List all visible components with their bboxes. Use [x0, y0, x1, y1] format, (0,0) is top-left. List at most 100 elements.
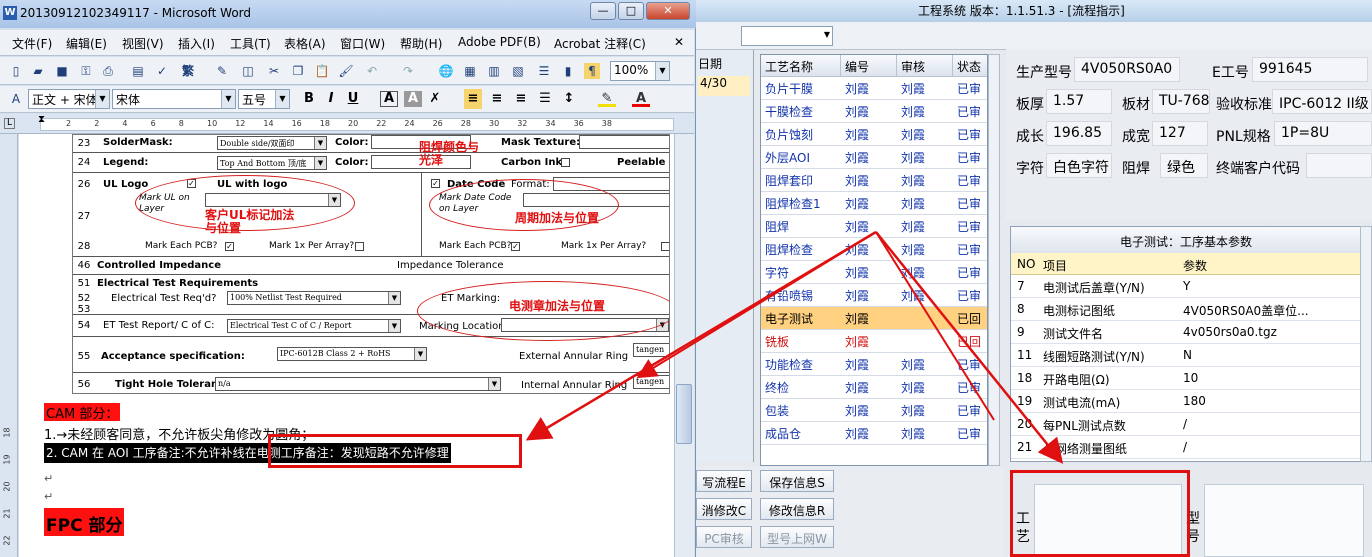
- open-folder-icon[interactable]: ▰: [30, 63, 46, 79]
- size-select[interactable]: 五号 ▼: [238, 89, 290, 109]
- justify-icon[interactable]: ☰: [536, 89, 554, 109]
- material-value[interactable]: TU-768: [1152, 89, 1210, 114]
- cancel-edit-button[interactable]: 消修改C: [696, 498, 752, 520]
- scroll-thumb[interactable]: [676, 384, 692, 444]
- zoom-select[interactable]: 100% ▼: [610, 61, 670, 81]
- minimize-button[interactable]: —: [590, 2, 616, 20]
- research-icon[interactable]: ✎: [214, 63, 230, 79]
- menu-window[interactable]: 窗口(W): [340, 35, 385, 52]
- pnl-value[interactable]: 1P=8U: [1274, 121, 1372, 146]
- header-no[interactable]: NO: [1017, 257, 1035, 271]
- tab-selector-icon[interactable]: L: [4, 118, 15, 129]
- header-value[interactable]: 参数: [1183, 257, 1207, 274]
- menu-adobe-pdf[interactable]: Adobe PDF(B): [458, 35, 541, 49]
- param-row[interactable]: 21 长网络测量图纸 /: [1011, 436, 1361, 459]
- char-border-button[interactable]: A: [380, 91, 398, 107]
- menu-close-icon[interactable]: ✕: [674, 35, 684, 49]
- save-icon[interactable]: ■: [54, 63, 70, 79]
- eno-value[interactable]: 991645: [1252, 57, 1368, 82]
- customer-code-value[interactable]: [1306, 153, 1372, 178]
- process-row[interactable]: 干膜检查 刘霞 刘霞 已审: [761, 100, 987, 123]
- process-row[interactable]: 负片干膜 刘霞 刘霞 已审: [761, 77, 987, 100]
- show-hide-icon[interactable]: ¶: [584, 63, 600, 79]
- model-note-textarea[interactable]: [1204, 484, 1364, 557]
- char-scale-icon[interactable]: ✗: [426, 89, 444, 109]
- process-row[interactable]: 字符 刘霞 刘霞 已审: [761, 261, 987, 284]
- process-row[interactable]: 功能检查 刘霞 刘霞 已审: [761, 353, 987, 376]
- word-count-icon[interactable]: ◫: [240, 63, 256, 79]
- header-review[interactable]: 审核: [897, 55, 953, 77]
- spell-check-icon[interactable]: ✓: [154, 63, 170, 79]
- menu-help-word[interactable]: 帮助(H): [400, 35, 442, 52]
- align-right-icon[interactable]: ≡: [512, 89, 530, 109]
- permission-icon[interactable]: ⚿: [78, 63, 94, 79]
- close-button[interactable]: ✕: [646, 2, 690, 20]
- width-value[interactable]: 127: [1152, 121, 1208, 146]
- format-painter-icon[interactable]: 🖌: [338, 63, 354, 79]
- menu-insert[interactable]: 插入(I): [178, 35, 215, 52]
- bold-button[interactable]: B: [300, 89, 318, 109]
- param-row[interactable]: 8 电测标记图纸 4V050RS0A0盖章位...: [1011, 298, 1361, 321]
- hyperlink-icon[interactable]: 🌐: [438, 63, 454, 79]
- redo-icon[interactable]: ↷: [400, 63, 416, 79]
- font-select[interactable]: 宋体 ▼: [112, 89, 236, 109]
- align-center-icon[interactable]: ≡: [488, 89, 506, 109]
- param-row[interactable]: 9 测试文件名 4v050rs0a0.tgz: [1011, 321, 1361, 344]
- process-row[interactable]: 成品仓 刘霞 刘霞 已审: [761, 422, 987, 445]
- style-select[interactable]: 正文 + 宋体 ▼: [28, 89, 110, 109]
- undo-icon[interactable]: ↶: [364, 63, 380, 79]
- pc-review-button[interactable]: PC审核: [696, 526, 752, 548]
- date-cell[interactable]: 4/30: [698, 76, 750, 96]
- save-info-button[interactable]: 保存信息S: [760, 470, 834, 492]
- insert-excel-icon[interactable]: ▧: [510, 63, 526, 79]
- write-flow-button[interactable]: 写流程E: [696, 470, 752, 492]
- param-row[interactable]: 19 测试电流(mA) 180: [1011, 390, 1361, 413]
- print-preview-icon[interactable]: ▤: [130, 63, 146, 79]
- menu-table[interactable]: 表格(A): [284, 35, 326, 52]
- process-row[interactable]: 铣板 刘霞 已回: [761, 330, 987, 353]
- process-row[interactable]: 终检 刘霞 刘霞 已审: [761, 376, 987, 399]
- param-row[interactable]: 11 线圈短路测试(Y/N) N: [1011, 344, 1361, 367]
- paste-icon[interactable]: 📋: [314, 63, 330, 79]
- new-doc-icon[interactable]: ▯: [8, 63, 24, 79]
- char-value[interactable]: 白色字符: [1046, 153, 1112, 178]
- process-row[interactable]: 电子测试 刘霞 已回: [761, 307, 987, 330]
- param-row[interactable]: 20 每PNL测试点数 /: [1011, 413, 1361, 436]
- insert-table-icon[interactable]: ▥: [486, 63, 502, 79]
- indent-marker-icon[interactable]: ⧗: [38, 114, 45, 125]
- header-code[interactable]: 编号: [841, 55, 897, 77]
- drawing-icon[interactable]: ▮: [560, 63, 576, 79]
- menu-view[interactable]: 视图(V): [122, 35, 164, 52]
- process-row[interactable]: 负片蚀刻 刘霞 刘霞 已审: [761, 123, 987, 146]
- font-color-icon[interactable]: A: [632, 89, 650, 107]
- fpc-section-title[interactable]: FPC 部分: [44, 508, 125, 536]
- standard-value[interactable]: IPC-6012 II级: [1272, 89, 1372, 114]
- menu-acrobat[interactable]: Acrobat 注释(C): [554, 35, 646, 52]
- align-left-icon[interactable]: ≡: [464, 89, 482, 109]
- process-row[interactable]: 阻焊套印 刘霞 刘霞 已审: [761, 169, 987, 192]
- param-table-scrollbar[interactable]: [1360, 226, 1372, 462]
- tables-borders-icon[interactable]: ▦: [462, 63, 478, 79]
- process-row[interactable]: 阻焊检查 刘霞 刘霞 已审: [761, 238, 987, 261]
- header-status[interactable]: 状态: [953, 55, 987, 77]
- print-icon[interactable]: ⎙: [100, 63, 116, 79]
- process-row[interactable]: 阻焊 刘霞 刘霞 已审: [761, 215, 987, 238]
- model-value[interactable]: 4V050RS0A0: [1074, 57, 1180, 82]
- char-shading-button[interactable]: A: [404, 91, 422, 107]
- thickness-value[interactable]: 1.57: [1046, 89, 1112, 114]
- vertical-ruler[interactable]: [0, 134, 18, 557]
- vertical-scrollbar[interactable]: [674, 134, 694, 557]
- param-row[interactable]: 7 电测试后盖章(Y/N) Y: [1011, 275, 1361, 298]
- mask-value[interactable]: 绿色: [1160, 153, 1208, 178]
- menu-combo[interactable]: ▼: [741, 26, 833, 46]
- line-spacing-icon[interactable]: ↕: [560, 89, 578, 109]
- menu-tools[interactable]: 工具(T): [230, 35, 271, 52]
- italic-button[interactable]: I: [322, 89, 340, 109]
- process-row[interactable]: 阻焊检查1 刘霞 刘霞 已审: [761, 192, 987, 215]
- traditional-chinese-icon[interactable]: 繁: [180, 63, 196, 79]
- menu-file[interactable]: 文件(F): [12, 35, 52, 52]
- underline-button[interactable]: U: [344, 89, 362, 109]
- highlight-icon[interactable]: ✎: [598, 89, 616, 107]
- process-row[interactable]: 包装 刘霞 刘霞 已审: [761, 399, 987, 422]
- cut-icon[interactable]: ✂: [266, 63, 282, 79]
